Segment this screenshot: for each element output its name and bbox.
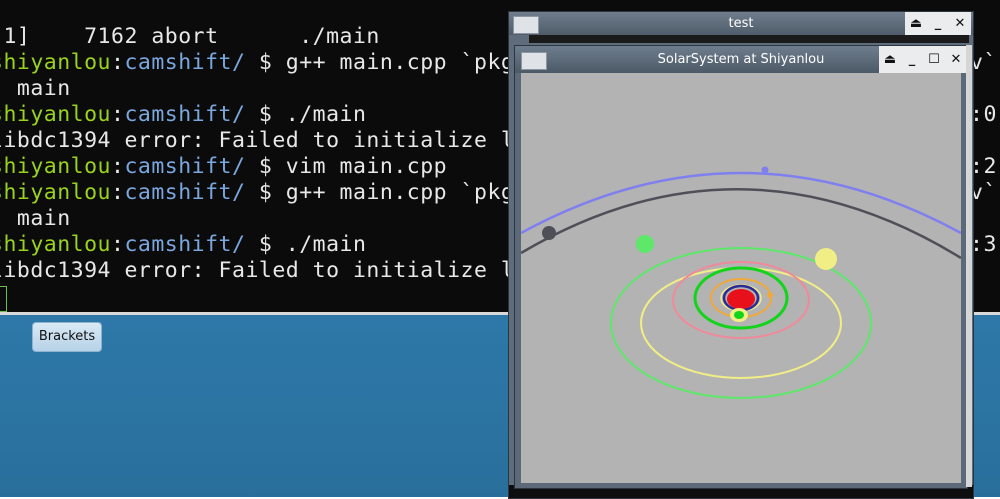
terminal-text: shiyanlou — [0, 50, 111, 75]
planet-yellow-large — [815, 248, 837, 270]
terminal-text: libdc1394 error: Failed to initialize li — [0, 128, 528, 153]
planet-green — [636, 235, 654, 253]
terminal-line: shiyanlou:camshift/ $ g++ main.cpp `pkg — [0, 180, 514, 206]
solar-system-drawing — [521, 166, 961, 399]
terminal-text: shiyanlou — [0, 232, 111, 257]
terminal-line: shiyanlou:camshift/ $ vim main.cpp — [0, 154, 447, 180]
maximize-button[interactable]: ☐ — [923, 46, 945, 73]
close-button[interactable]: ✕ — [949, 12, 971, 35]
planet-dark — [542, 226, 556, 240]
terminal-text: camshift/ — [124, 232, 246, 257]
terminal-line-overflow: v` — [970, 180, 997, 205]
terminal-line: shiyanlou:camshift/ $ ./main — [0, 102, 366, 128]
terminal-text: camshift/ — [124, 102, 246, 127]
terminal-text: : — [111, 232, 125, 257]
terminal-text: shiyanlou — [0, 180, 111, 205]
terminal-text: : — [111, 154, 125, 179]
terminal-line: libdc1394 error: Failed to initialize li — [0, 128, 528, 154]
solarsystem-titlebar[interactable]: SolarSystem at Shiyanlou ⏏ _ ☐ ✕ — [515, 46, 967, 73]
solarsystem-window-border — [966, 45, 972, 487]
terminal-text: camshift/ — [124, 154, 246, 179]
terminal-line: libdc1394 error: Failed to initialize li — [0, 258, 528, 284]
test-window-title: test — [728, 16, 754, 31]
minimize-button[interactable]: _ — [927, 12, 949, 35]
terminal-text: $ ./main — [245, 232, 367, 257]
terminal-text: : — [111, 102, 125, 127]
test-window-titlebar[interactable]: test ⏏ _ ✕ — [509, 12, 973, 35]
terminal-line-overflow: :2 — [970, 154, 997, 179]
terminal-text: $ g++ main.cpp `pkg — [245, 50, 515, 75]
terminal-cursor — [0, 286, 7, 312]
minimize-button[interactable]: _ — [901, 46, 923, 73]
terminal-line: shiyanlou:camshift/ $ ./main — [0, 232, 366, 258]
solar-system-canvas[interactable] — [521, 73, 961, 483]
shade-button[interactable]: ⏏ — [879, 46, 901, 73]
terminal-text: camshift/ — [124, 50, 246, 75]
terminal-text: : — [111, 180, 125, 205]
shade-button[interactable]: ⏏ — [905, 12, 927, 35]
terminal-line-overflow: :3 — [970, 232, 997, 257]
close-button[interactable]: ✕ — [945, 46, 967, 73]
test-window-content-strip — [529, 35, 969, 43]
terminal-text: main — [16, 206, 71, 231]
terminal-line: main — [0, 76, 71, 102]
terminal-text: shiyanlou — [0, 102, 111, 127]
terminal-text: $ vim main.cpp — [245, 154, 448, 179]
terminal-text: : — [111, 50, 125, 75]
terminal-text: $ ./main — [245, 102, 367, 127]
terminal-text: main — [16, 76, 71, 101]
terminal-line-overflow: v` — [970, 50, 997, 75]
brackets-launcher-button[interactable]: Brackets — [32, 322, 102, 352]
terminal-text: shiyanlou — [0, 154, 111, 179]
terminal-text: libdc1394 error: Failed to initialize li — [0, 258, 528, 283]
solarsystem-window[interactable]: SolarSystem at Shiyanlou ⏏ _ ☐ ✕ — [514, 45, 968, 489]
terminal-line: shiyanlou:camshift/ $ g++ main.cpp `pkg — [0, 50, 514, 76]
planet-blue — [761, 166, 769, 174]
terminal-text: camshift/ — [124, 180, 246, 205]
terminal-line-overflow: :0 — [970, 102, 997, 127]
sun — [727, 289, 755, 309]
terminal-line: [1] 7162 abort ./main — [0, 24, 380, 50]
terminal-text: $ g++ main.cpp `pkg — [245, 180, 515, 205]
terminal-line: main — [0, 206, 71, 232]
planet-bright-green — [734, 311, 744, 319]
terminal-text: [1] 7162 abort ./main — [0, 24, 380, 49]
orbit-green-outer — [610, 247, 872, 399]
planet-orange — [767, 292, 773, 298]
